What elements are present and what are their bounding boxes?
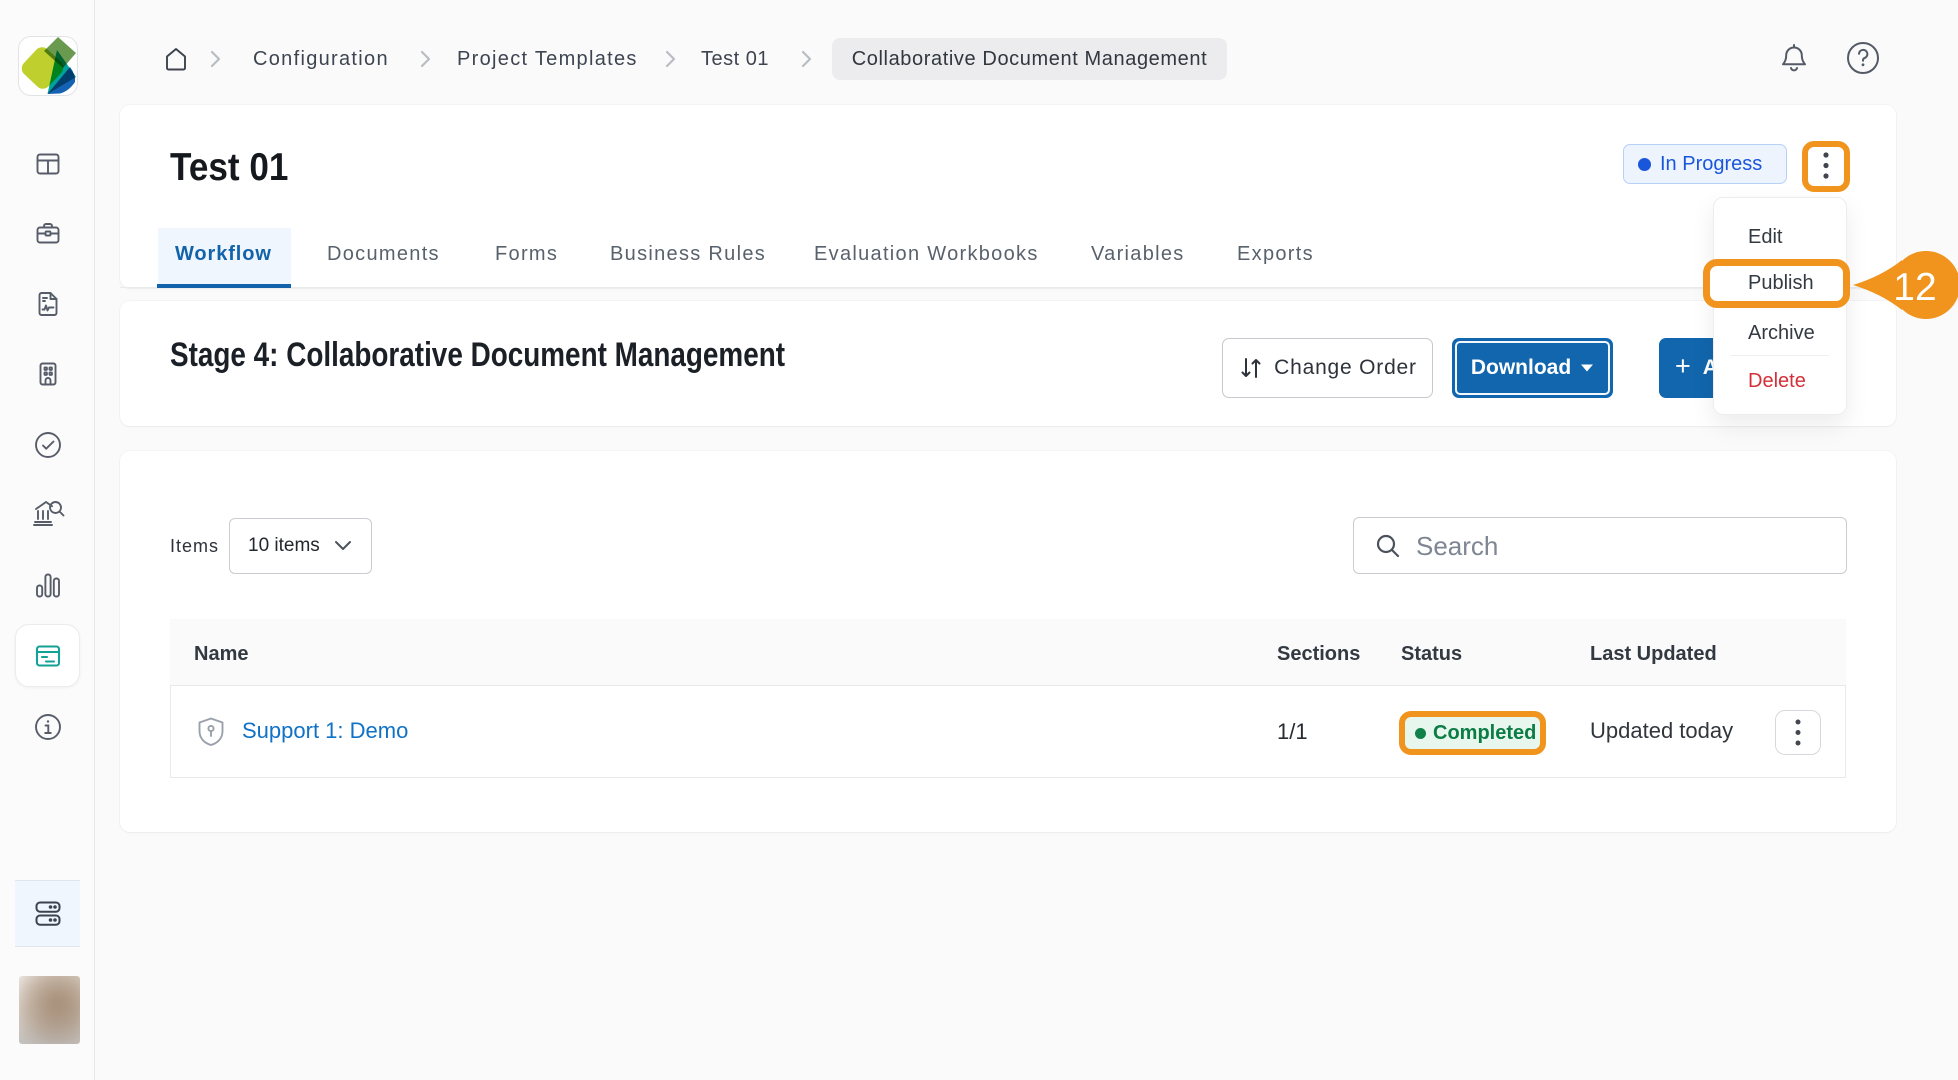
svg-text:12: 12: [1893, 266, 1936, 309]
